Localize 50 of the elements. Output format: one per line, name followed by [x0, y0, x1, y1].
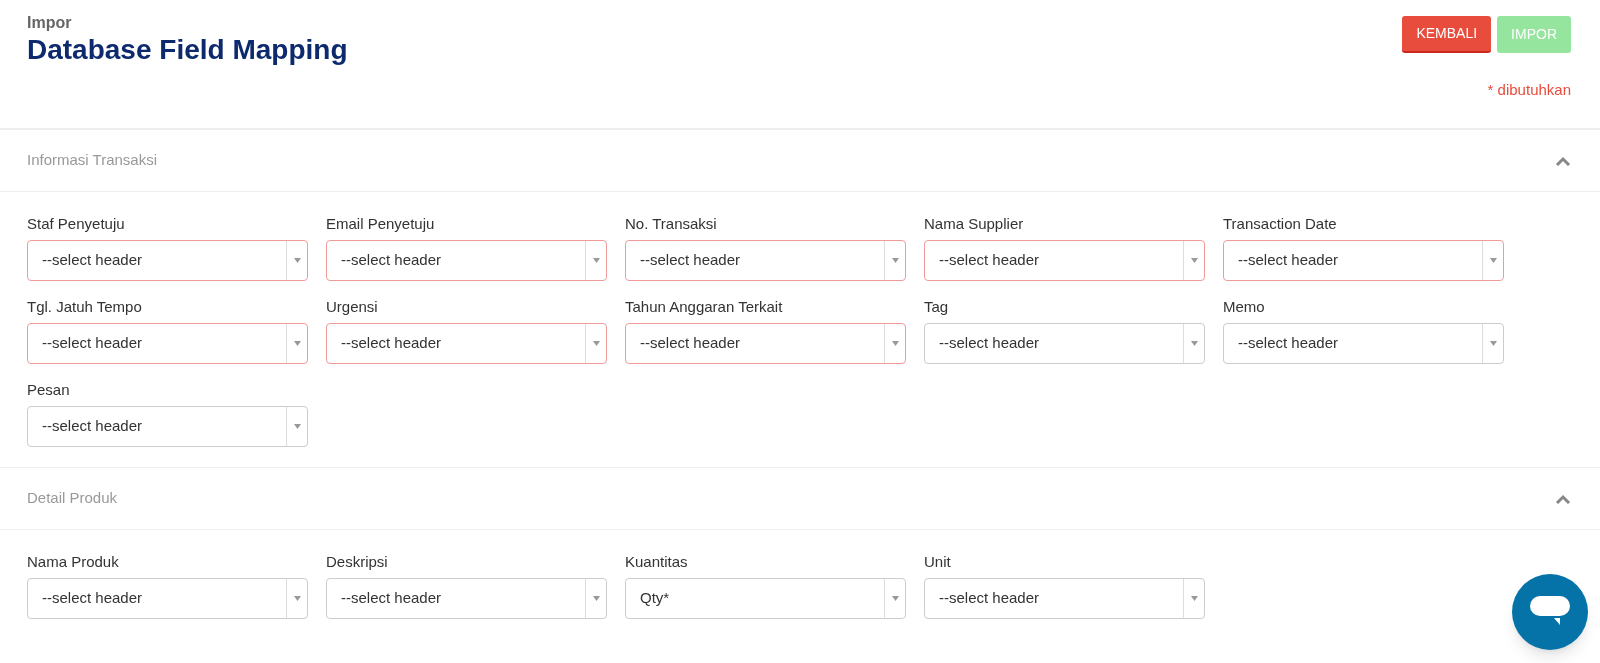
field-label: Kuantitas — [625, 552, 689, 572]
field-label: Tahun Anggaran Terkait — [625, 297, 784, 317]
select-field[interactable]: --select header — [326, 578, 607, 619]
field-label: Transaction Date — [1223, 214, 1338, 234]
field-label: Memo — [1223, 297, 1266, 317]
select-field[interactable]: --select header — [326, 240, 607, 281]
field-label: Pesan — [27, 380, 71, 400]
select-field[interactable]: --select header — [27, 578, 308, 619]
dropdown-caret-icon — [891, 341, 899, 346]
select-field[interactable]: --select header — [924, 240, 1205, 281]
field-label: Unit — [924, 552, 952, 572]
field-label: Email Penyetuju — [326, 214, 436, 234]
dropdown-caret-icon — [1190, 596, 1198, 601]
dropdown-caret-icon — [293, 596, 301, 601]
field-label: Tag — [924, 297, 950, 317]
dropdown-caret-icon — [891, 596, 899, 601]
dropdown-caret-icon — [293, 341, 301, 346]
select-field[interactable]: --select header — [924, 578, 1205, 619]
field-label: Nama Supplier — [924, 214, 1025, 234]
select-field[interactable]: --select header — [1223, 323, 1504, 364]
select-field[interactable]: Qty* — [625, 578, 906, 619]
dropdown-caret-icon — [293, 258, 301, 263]
field-label: Tgl. Jatuh Tempo — [27, 297, 143, 317]
select-field[interactable]: --select header — [625, 323, 906, 364]
select-field[interactable]: --select header — [27, 240, 308, 281]
select-field[interactable]: --select header — [625, 240, 906, 281]
select-field[interactable]: --select header — [27, 323, 308, 364]
select-field[interactable]: --select header — [924, 323, 1205, 364]
field-label: No. Transaksi — [625, 214, 718, 234]
select-field[interactable]: --select header — [1223, 240, 1504, 281]
required-note: * dibutuhkan — [1487, 80, 1571, 100]
field-label: Staf Penyetuju — [27, 214, 126, 234]
dropdown-caret-icon — [592, 258, 600, 263]
back-button[interactable]: KEMBALI — [1402, 16, 1492, 53]
page-title: Database Field Mapping — [27, 33, 348, 67]
dropdown-caret-icon — [891, 258, 899, 263]
dropdown-caret-icon — [592, 341, 600, 346]
dropdown-caret-icon — [592, 596, 600, 601]
breadcrumb: Impor — [27, 14, 73, 32]
dropdown-caret-icon — [1489, 341, 1497, 346]
field-label: Urgensi — [326, 297, 379, 317]
dropdown-caret-icon — [293, 424, 301, 429]
select-field[interactable]: --select header — [326, 323, 607, 364]
field-label: Nama Produk — [27, 552, 120, 572]
select-field[interactable]: --select header — [27, 406, 308, 447]
field-label: Deskripsi — [326, 552, 389, 572]
dropdown-caret-icon — [1489, 258, 1497, 263]
chat-button[interactable] — [1512, 574, 1588, 650]
dropdown-caret-icon — [1190, 258, 1198, 263]
dropdown-caret-icon — [1190, 341, 1198, 346]
